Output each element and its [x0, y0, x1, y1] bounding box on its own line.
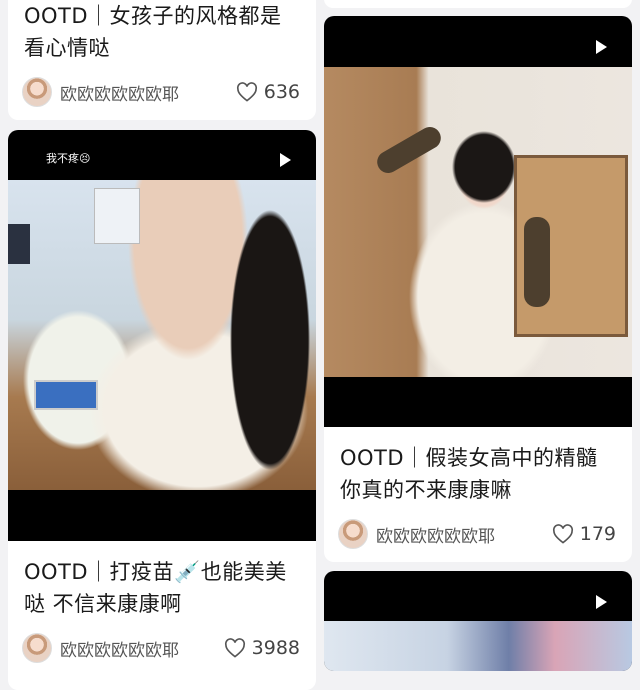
video-thumbnail[interactable]	[324, 16, 632, 427]
play-icon[interactable]	[596, 40, 607, 54]
video-frame	[324, 67, 632, 377]
heart-outline-icon	[224, 638, 245, 658]
like-count: 636	[263, 81, 300, 103]
avatar[interactable]	[22, 77, 52, 107]
like-button[interactable]: 3988	[224, 637, 300, 659]
avatar[interactable]	[338, 519, 368, 549]
monitor	[8, 224, 30, 264]
feed-card[interactable]: OOTD｜女孩子的风格都是 看心情哒 欧欧欧欧欧欧耶 636	[8, 0, 316, 120]
video-thumbnail[interactable]: 我不疼😣	[8, 130, 316, 541]
card-title: OOTD｜打疫苗💉也能美美 哒 不信来康康啊	[24, 560, 287, 616]
author-name[interactable]: 欧欧欧欧欧欧耶	[60, 80, 236, 105]
author-name[interactable]: 欧欧欧欧欧欧耶	[376, 522, 552, 547]
video-frame	[8, 180, 316, 490]
play-icon[interactable]	[596, 595, 607, 609]
video-caption: 我不疼😣	[46, 152, 91, 165]
sleeve-right	[524, 217, 550, 307]
video-frame	[324, 621, 632, 671]
video-thumbnail[interactable]	[324, 571, 632, 671]
feed-card[interactable]	[324, 0, 632, 8]
feed-card[interactable]	[324, 571, 632, 671]
poster-board	[94, 188, 140, 244]
author-name[interactable]: 欧欧欧欧欧欧耶	[60, 636, 224, 661]
like-count: 179	[579, 523, 616, 545]
feed-card[interactable]: 我不疼😣 OOTD｜打疫苗💉也能美美 哒 不信来康康啊 欧欧欧欧欧欧耶 3988	[8, 130, 316, 690]
like-button[interactable]: 179	[552, 523, 616, 545]
like-button[interactable]: 636	[236, 81, 300, 103]
card-title: OOTD｜假装女高中的精髓 你真的不来康康嘛	[340, 446, 598, 502]
heart-outline-icon	[552, 524, 573, 544]
feed-card[interactable]: OOTD｜假装女高中的精髓 你真的不来康康嘛 欧欧欧欧欧欧耶 179	[324, 16, 632, 562]
like-count: 3988	[251, 637, 300, 659]
card-title: OOTD｜女孩子的风格都是 看心情哒	[24, 4, 282, 60]
heart-outline-icon	[236, 82, 257, 102]
desk-screen	[34, 380, 98, 410]
play-icon[interactable]	[280, 153, 291, 167]
sleeve-left	[373, 122, 445, 178]
